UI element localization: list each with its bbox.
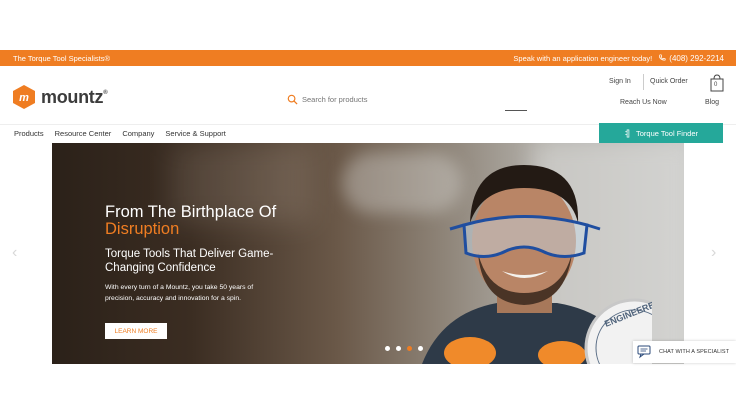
nav-items: Products Resource Center Company Service… xyxy=(14,129,226,138)
nav-item-service-support[interactable]: Service & Support xyxy=(165,129,225,138)
hero-title: From The Birthplace Of xyxy=(105,203,277,221)
phone-link[interactable]: (408) 292-2214 xyxy=(658,54,724,63)
reach-us-link[interactable]: Reach Us Now xyxy=(620,99,667,106)
carousel-next-icon[interactable]: › xyxy=(711,244,716,262)
page: The Torque Tool Specialists® Speak with … xyxy=(0,0,736,414)
logo[interactable]: m mountz® xyxy=(11,84,108,110)
top-bar-contact: Speak with an application engineer today… xyxy=(513,54,724,63)
search-bar[interactable] xyxy=(287,94,527,105)
tagline: The Torque Tool Specialists® xyxy=(13,53,110,63)
hero-subtitle: Torque Tools That Deliver Game-Changing … xyxy=(105,248,274,274)
hero-title-accent: Disruption xyxy=(105,220,180,238)
carousel-dot-2[interactable] xyxy=(396,346,401,351)
svg-text:m: m xyxy=(19,92,29,104)
engineer-cta[interactable]: Speak with an application engineer today… xyxy=(513,54,652,63)
mountz-logo-icon: m xyxy=(13,85,35,109)
finder-label: Torque Tool Finder xyxy=(636,128,698,138)
nav-item-resource-center[interactable]: Resource Center xyxy=(55,129,112,138)
sign-in-link[interactable]: Sign In xyxy=(609,78,631,85)
logo-text: mountz® xyxy=(41,86,108,107)
top-bar: The Torque Tool Specialists® Speak with … xyxy=(0,50,736,66)
search-underline xyxy=(505,110,527,111)
cart-count: 0 xyxy=(714,82,718,88)
chat-bubble-icon xyxy=(637,345,651,359)
carousel-dot-1[interactable] xyxy=(385,346,390,351)
torque-tool-finder-button[interactable]: Torque Tool Finder xyxy=(599,123,723,143)
search-icon xyxy=(287,94,298,105)
cart-button[interactable]: 0 xyxy=(709,74,725,92)
quick-order-link[interactable]: Quick Order xyxy=(650,78,688,85)
learn-more-button[interactable]: LEARN MORE xyxy=(105,323,167,339)
search-input[interactable] xyxy=(302,95,502,104)
blog-link[interactable]: Blog xyxy=(705,99,719,106)
wrench-icon xyxy=(625,129,630,137)
chat-label: CHAT WITH A SPECIALIST xyxy=(659,349,730,355)
nav-item-products[interactable]: Products xyxy=(14,129,44,138)
hero-body-text: With every turn of a Mountz, you take 50… xyxy=(105,284,254,302)
hero-banner: ENGINEERED IN SILICON From The Birthplac… xyxy=(52,143,684,364)
carousel-prev-icon[interactable]: ‹ xyxy=(12,244,17,262)
carousel-dots xyxy=(385,346,423,351)
chat-widget-button[interactable]: CHAT WITH A SPECIALIST xyxy=(633,341,736,363)
carousel-dot-3[interactable] xyxy=(407,346,412,351)
nav-item-company[interactable]: Company xyxy=(122,129,154,138)
header-divider xyxy=(643,74,644,90)
phone-number: (408) 292-2214 xyxy=(669,53,724,63)
hero-person-image: ENGINEERED IN SILICON xyxy=(422,165,652,364)
phone-icon xyxy=(659,54,666,61)
header: m mountz® Sign In Quick Order Reach Us N… xyxy=(0,66,736,124)
carousel-dot-4[interactable] xyxy=(418,346,423,351)
